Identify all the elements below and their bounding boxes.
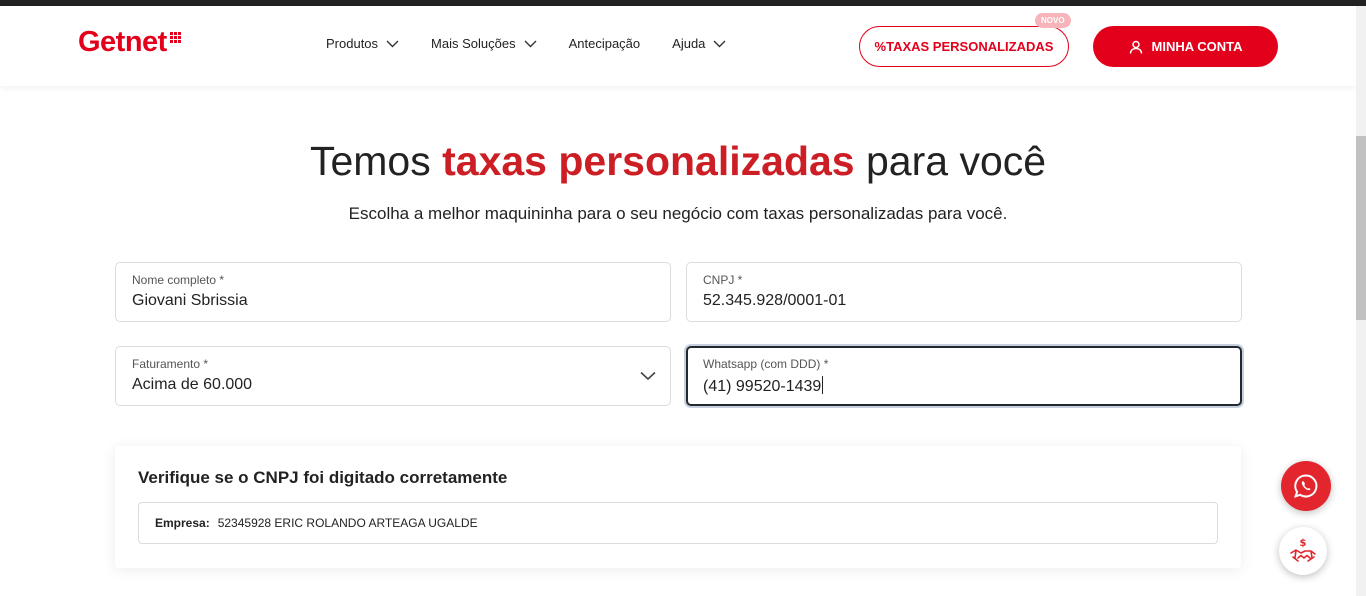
taxas-button-label: %TAXAS PERSONALIZADAS (874, 39, 1054, 54)
site-header: Getnet Produtos Mais Soluções Antecipaçã… (0, 6, 1356, 86)
nome-completo-field[interactable]: Nome completo * Giovani Sbrissia (115, 262, 671, 322)
getnet-logo[interactable]: Getnet (78, 26, 181, 59)
title-post: para você (866, 138, 1047, 184)
nav-label: Produtos (326, 36, 379, 51)
chevron-down-icon[interactable] (640, 371, 656, 381)
empresa-value: 52345928 ERIC ROLANDO ARTEAGA UGALDE (217, 516, 478, 530)
svg-text:$: $ (1300, 538, 1307, 549)
conta-button-label: MINHA CONTA (1151, 39, 1243, 54)
chevron-down-icon (386, 40, 399, 47)
page-title: Temos taxas personalizadas para você (0, 138, 1356, 185)
faturamento-label: Faturamento * (132, 357, 209, 371)
minha-conta-button[interactable]: MINHA CONTA (1093, 26, 1278, 67)
cnpj-field[interactable]: CNPJ * 52.345.928/0001-01 (686, 262, 1242, 322)
verify-cnpj-card: Verifique se o CNPJ foi digitado correta… (115, 446, 1241, 568)
nome-value: Giovani Sbrissia (132, 292, 248, 309)
cnpj-label: CNPJ * (703, 273, 743, 287)
taxas-personalizadas-button[interactable]: %TAXAS PERSONALIZADAS (859, 26, 1069, 67)
whatsapp-label: Whatsapp (com DDD) * (703, 357, 829, 371)
taxas-floating-button[interactable]: $ (1279, 527, 1327, 575)
title-accent: taxas personalizadas (442, 138, 855, 184)
whatsapp-value: (41) 99520-1439 (703, 378, 822, 395)
nav-item-mais-solucoes[interactable]: Mais Soluções (431, 36, 537, 51)
chevron-down-icon (713, 40, 726, 47)
nav-item-ajuda[interactable]: Ajuda (672, 36, 726, 51)
page-subtitle: Escolha a melhor maquininha para o seu n… (348, 204, 1008, 223)
novo-badge: NOVO (1035, 13, 1071, 28)
chevron-down-icon (524, 40, 537, 47)
nav-item-antecipacao[interactable]: Antecipação (569, 36, 641, 51)
cnpj-value: 52.345.928/0001-01 (703, 292, 847, 309)
whatsapp-floating-button[interactable] (1281, 461, 1331, 511)
logo-text: Getnet (78, 26, 167, 58)
verify-title: Verifique se o CNPJ foi digitado correta… (138, 468, 508, 487)
nav-label: Ajuda (672, 36, 706, 51)
nav-item-produtos[interactable]: Produtos (326, 36, 399, 51)
nome-label: Nome completo * (132, 273, 225, 287)
empresa-label: Empresa: (155, 516, 210, 530)
page-scrollbar-thumb[interactable] (1356, 136, 1366, 320)
whatsapp-field[interactable]: Whatsapp (com DDD) * (41) 99520-1439 (686, 346, 1242, 406)
handshake-dollar-icon: $ (1290, 538, 1316, 562)
nav-label: Mais Soluções (431, 36, 516, 51)
faturamento-select[interactable]: Faturamento * Acima de 60.000 (115, 346, 671, 406)
user-icon (1129, 40, 1142, 54)
nav-label: Antecipação (568, 36, 641, 51)
whatsapp-icon (1294, 474, 1318, 498)
main-nav: Produtos Mais Soluções Antecipação Ajuda (326, 36, 758, 51)
text-caret (822, 376, 824, 394)
empresa-info-box: Empresa: 52345928 ERIC ROLANDO ARTEAGA U… (138, 502, 1218, 544)
faturamento-value: Acima de 60.000 (132, 376, 253, 393)
whatsapp-value-wrapper: (41) 99520-1439 (703, 376, 824, 396)
logo-dots-icon (169, 32, 181, 43)
title-pre: Temos (309, 138, 431, 184)
